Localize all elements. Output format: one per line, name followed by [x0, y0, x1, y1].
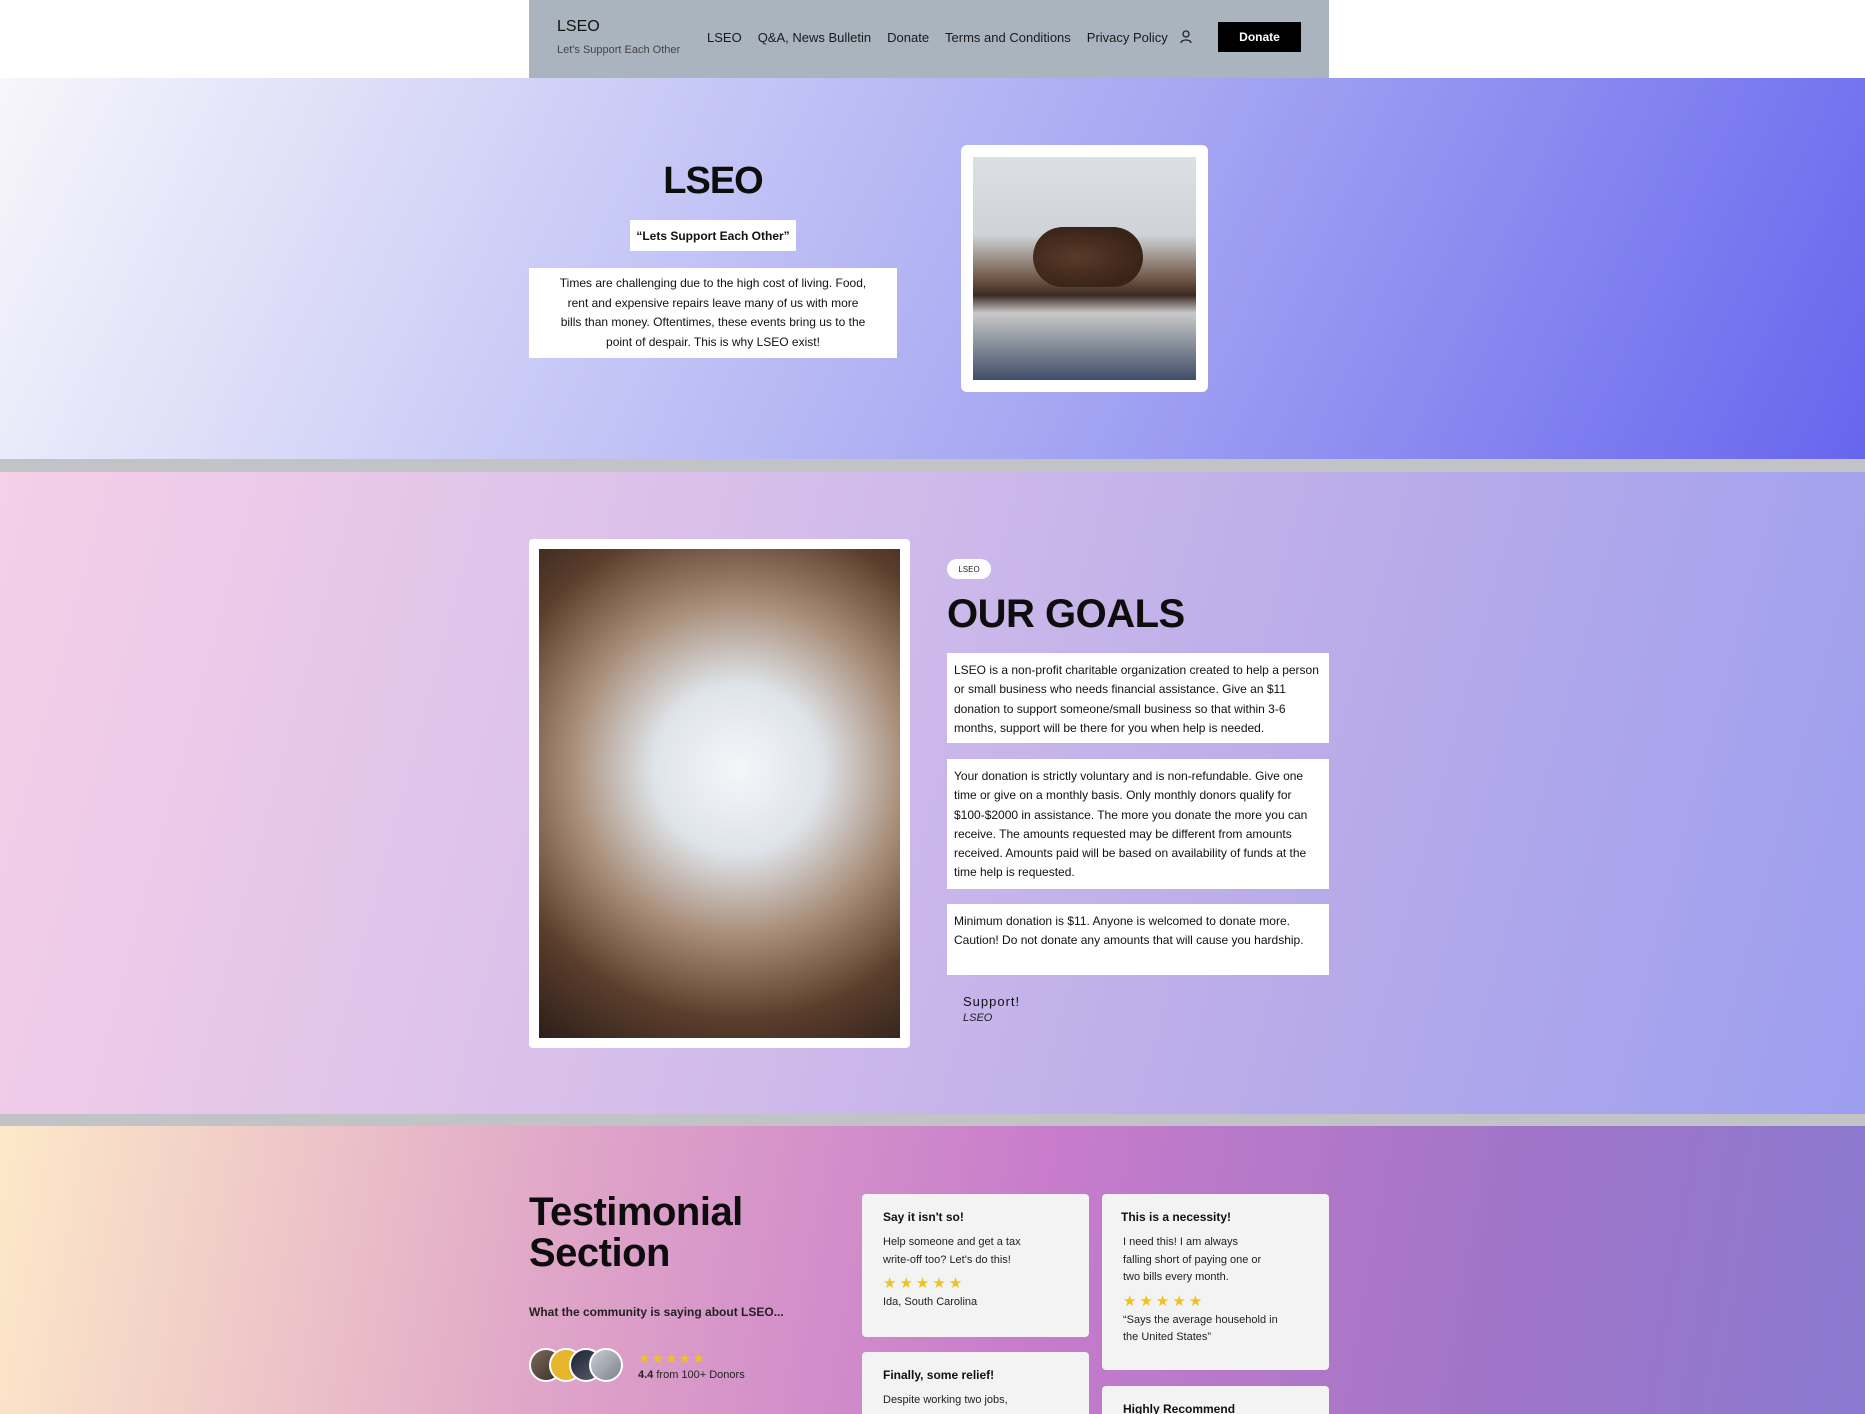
- donor-avatars: [529, 1348, 624, 1382]
- hero-tagline: “Lets Support Each Other”: [630, 220, 796, 251]
- user-account-icon[interactable]: [1179, 29, 1193, 45]
- rating-summary: 4.4 from 100+ Donors: [638, 1369, 745, 1381]
- testimonial-section: Testimonial Section What the community i…: [0, 1126, 1865, 1414]
- rating-suffix: from 100+ Donors: [653, 1369, 745, 1381]
- testimonial-card: Say it isn't so! Help someone and get a …: [862, 1194, 1089, 1337]
- testimonial-title: Testimonial Section: [529, 1190, 743, 1275]
- goals-photo-frame: [529, 539, 910, 1048]
- hero-section: LSEO “Lets Support Each Other” Times are…: [0, 78, 1865, 459]
- goal-paragraph: Minimum donation is $11. Anyone is welco…: [947, 904, 1329, 975]
- testimonial-author: “Says the average household in the Unite…: [1123, 1313, 1278, 1343]
- nav-link-privacy[interactable]: Privacy Policy: [1087, 30, 1168, 45]
- testimonial-card-body: I need this! I am always falling short o…: [1123, 1236, 1262, 1283]
- site-header: LSEO Let's Support Each Other LSEO Q&A, …: [529, 0, 1329, 78]
- star-rating-icon: ★★★★★: [1123, 1292, 1206, 1310]
- hero-title: LSEO: [663, 160, 763, 202]
- goals-photo-joined-hands: [539, 549, 900, 1038]
- testimonial-subtitle: What the community is saying about LSEO.…: [529, 1305, 784, 1319]
- brand-subtitle: Let's Support Each Other: [557, 44, 681, 56]
- hands-shape: [1033, 227, 1143, 287]
- support-signature-sub: LSEO: [963, 1012, 993, 1024]
- testimonial-card-title: Finally, some relief!: [883, 1368, 995, 1382]
- main-nav: LSEO Q&A, News Bulletin Donate Terms and…: [707, 30, 1184, 45]
- nav-link-terms[interactable]: Terms and Conditions: [945, 30, 1071, 45]
- testimonial-card-body: Help someone and get a tax write-off too…: [883, 1236, 1021, 1266]
- hero-description: Times are challenging due to the high co…: [529, 268, 897, 358]
- goal-paragraph: Your donation is strictly voluntary and …: [947, 759, 1329, 889]
- star-rating-icon: ★★★★★: [883, 1275, 966, 1292]
- avatar: [589, 1348, 623, 1382]
- testimonial-card-title: This is a necessity!: [1121, 1210, 1232, 1224]
- testimonial-card: This is a necessity! I need this! I am a…: [1102, 1194, 1329, 1370]
- section-divider: [0, 1114, 1865, 1126]
- testimonial-card-title: Say it isn't so!: [883, 1210, 964, 1224]
- section-tag: LSEO: [947, 559, 991, 579]
- testimonial-card: Highly Recommend: [1102, 1386, 1329, 1414]
- goals-title: OUR GOALS: [947, 592, 1185, 636]
- page: LSEO Let's Support Each Other LSEO Q&A, …: [0, 0, 1865, 1414]
- nav-link-donate[interactable]: Donate: [887, 30, 929, 45]
- brand-title: LSEO: [557, 18, 600, 35]
- testimonial-card-body: Despite working two jobs,: [883, 1394, 1008, 1406]
- donate-button[interactable]: Donate: [1218, 22, 1301, 52]
- testimonial-card-title: Highly Recommend: [1123, 1402, 1236, 1414]
- nav-link-qa-news[interactable]: Q&A, News Bulletin: [758, 30, 871, 45]
- brand[interactable]: LSEO Let's Support Each Other: [557, 18, 680, 56]
- rating-value: 4.4: [638, 1369, 654, 1381]
- section-divider: [0, 459, 1865, 472]
- hero-photo-frame: [961, 145, 1208, 392]
- hero-photo-holding-hands: [973, 157, 1196, 380]
- support-signature-title: Support!: [963, 994, 1021, 1009]
- goal-paragraph: LSEO is a non-profit charitable organiza…: [947, 653, 1329, 743]
- rating-stars-icon: ★★★★★: [638, 1350, 706, 1366]
- goals-section: LSEO OUR GOALS LSEO is a non-profit char…: [0, 472, 1865, 1114]
- testimonial-card: Finally, some relief! Despite working tw…: [862, 1352, 1089, 1414]
- nav-link-lseo[interactable]: LSEO: [707, 30, 742, 45]
- testimonial-author: Ida, South Carolina: [883, 1296, 978, 1308]
